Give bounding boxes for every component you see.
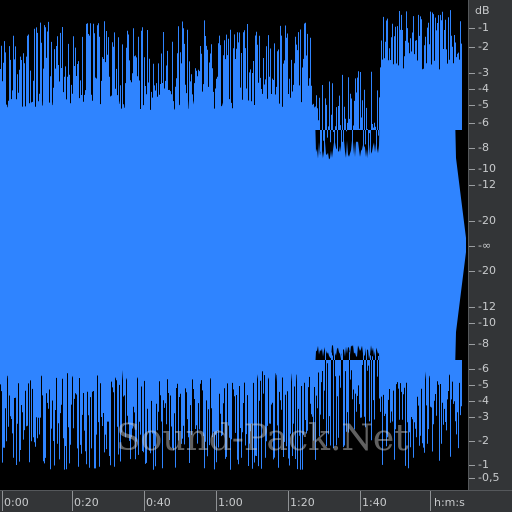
- db-tick: [469, 105, 475, 106]
- db-label: -8: [478, 141, 489, 154]
- db-tick: [469, 465, 475, 466]
- time-label: 1:00: [218, 496, 243, 509]
- db-label: -4: [478, 394, 489, 407]
- db-tick: [469, 401, 475, 402]
- db-tick: [469, 478, 475, 479]
- db-tick: [469, 307, 475, 308]
- db-tick: [469, 271, 475, 272]
- db-label: -10: [478, 162, 496, 175]
- db-label: -0,5: [478, 471, 500, 484]
- db-tick: [469, 73, 475, 74]
- db-label: -5: [478, 98, 489, 111]
- db-label: -6: [478, 116, 489, 129]
- db-tick: [469, 47, 475, 48]
- waveform-graphic: [0, 10, 466, 470]
- db-label: -5: [478, 378, 489, 391]
- db-tick: [469, 369, 475, 370]
- db-label: -6: [478, 362, 489, 375]
- db-tick: [469, 123, 475, 124]
- db-label: -8: [478, 337, 489, 350]
- db-tick: [469, 417, 475, 418]
- db-tick: [469, 246, 475, 247]
- time-ruler[interactable]: h:m:s 0:00 0:20 0:40 1:00 1:20 1:40: [0, 490, 512, 512]
- db-tick: [469, 148, 475, 149]
- db-label: -12: [478, 300, 496, 313]
- db-label: -∞: [478, 239, 492, 252]
- time-tick: [2, 491, 3, 511]
- db-tick: [469, 221, 475, 222]
- db-label: -10: [478, 316, 496, 329]
- db-tick: [469, 28, 475, 29]
- time-label: 0:20: [74, 496, 99, 509]
- db-label: -3: [478, 410, 489, 423]
- time-unit-label: h:m:s: [434, 496, 465, 509]
- waveform-body: [0, 100, 466, 382]
- db-tick: [469, 169, 475, 170]
- db-tick: [469, 344, 475, 345]
- time-label: 0:00: [4, 496, 29, 509]
- db-tick: [469, 385, 475, 386]
- time-label: 1:40: [362, 496, 387, 509]
- db-label: -4: [478, 82, 489, 95]
- waveform-view[interactable]: [0, 0, 468, 490]
- db-label: -3: [478, 66, 489, 79]
- db-label: -1: [478, 21, 489, 34]
- time-tick: [360, 491, 361, 511]
- db-tick: [469, 89, 475, 90]
- time-label: 1:20: [290, 496, 315, 509]
- db-label: -1: [478, 458, 489, 471]
- db-ruler: dB -1 -2 -3 -4 -5 -6 -8 -10 -12 -20 -∞ -20 -12 -10 -8 -…: [468, 0, 512, 490]
- db-tick: [469, 441, 475, 442]
- db-tick: [469, 185, 475, 186]
- db-unit-label: dB: [475, 4, 490, 17]
- time-label: 0:40: [146, 496, 171, 509]
- db-label: -20: [478, 214, 496, 227]
- time-tick: [216, 491, 217, 511]
- time-tick: [144, 491, 145, 511]
- time-tick: [72, 491, 73, 511]
- time-tick: [430, 491, 431, 511]
- db-label: -20: [478, 264, 496, 277]
- db-label: -2: [478, 40, 489, 53]
- time-tick: [288, 491, 289, 511]
- db-tick: [469, 323, 475, 324]
- db-label: -12: [478, 178, 496, 191]
- db-label: -2: [478, 434, 489, 447]
